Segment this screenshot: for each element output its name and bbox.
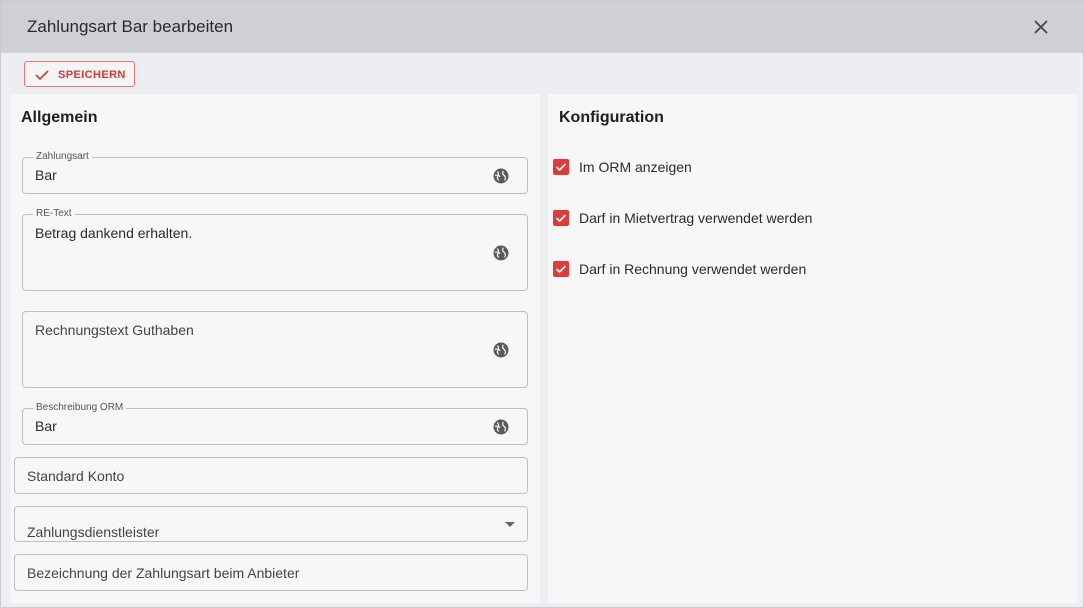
dialog-title: Zahlungsart Bar bearbeiten: [27, 17, 234, 36]
beschreibung-orm-value: Bar: [35, 418, 57, 434]
re-text-value: Betrag dankend erhalten.: [35, 225, 193, 241]
save-button[interactable]: SPEICHERN: [24, 61, 135, 87]
checkbox-checked-icon[interactable]: [553, 159, 569, 175]
re-text-field[interactable]: RE-Text Betrag dankend erhalten.: [22, 208, 528, 291]
globe-icon[interactable]: [492, 418, 510, 436]
general-heading: Allgemein: [21, 109, 98, 126]
bezeichnung-anbieter-placeholder: Bezeichnung der Zahlungsart beim Anbiete…: [27, 565, 300, 581]
bezeichnung-anbieter-field[interactable]: Bezeichnung der Zahlungsart beim Anbiete…: [14, 554, 528, 591]
checkbox-checked-icon[interactable]: [553, 210, 569, 226]
globe-icon[interactable]: [492, 341, 510, 359]
chevron-down-icon: [505, 522, 515, 527]
option-label: Darf in Rechnung verwendet werden: [579, 261, 807, 277]
globe-icon[interactable]: [492, 167, 510, 185]
zahlungsart-value: Bar: [35, 167, 57, 183]
config-heading: Konfiguration: [559, 109, 664, 126]
zahlungsart-field[interactable]: Zahlungsart Bar: [22, 151, 528, 194]
beschreibung-orm-field[interactable]: Beschreibung ORM Bar: [22, 402, 528, 445]
config-panel: Konfiguration Im ORM anzeigen Darf in Mi…: [548, 94, 1078, 603]
re-text-label: RE-Text: [33, 208, 75, 220]
close-icon[interactable]: [1029, 15, 1053, 39]
globe-icon[interactable]: [492, 244, 510, 262]
zahlungsart-label: Zahlungsart: [33, 151, 92, 163]
option-label: Im ORM anzeigen: [579, 159, 692, 175]
check-icon: [35, 70, 49, 81]
zahlungsdienstleister-placeholder: Zahlungsdienstleister: [27, 524, 160, 540]
zahlungsdienstleister-select[interactable]: Zahlungsdienstleister: [14, 506, 528, 542]
dialog-header: Zahlungsart Bar bearbeiten: [1, 1, 1084, 53]
standard-konto-placeholder: Standard Konto: [27, 468, 125, 484]
rechnungstext-guthaben-placeholder: Rechnungstext Guthaben: [35, 322, 194, 338]
checkbox-checked-icon[interactable]: [553, 261, 569, 277]
save-button-label: SPEICHERN: [58, 69, 126, 81]
beschreibung-orm-label: Beschreibung ORM: [33, 402, 127, 414]
option-label: Darf in Mietvertrag verwendet werden: [579, 210, 813, 226]
standard-konto-field[interactable]: Standard Konto: [14, 457, 528, 494]
general-panel: Allgemein Zahlungsart Bar RE-Text Betrag…: [10, 94, 540, 603]
edit-payment-dialog: Zahlungsart Bar bearbeiten SPEICHERN All…: [0, 0, 1084, 608]
rechnungstext-guthaben-field[interactable]: Rechnungstext Guthaben: [22, 311, 528, 388]
